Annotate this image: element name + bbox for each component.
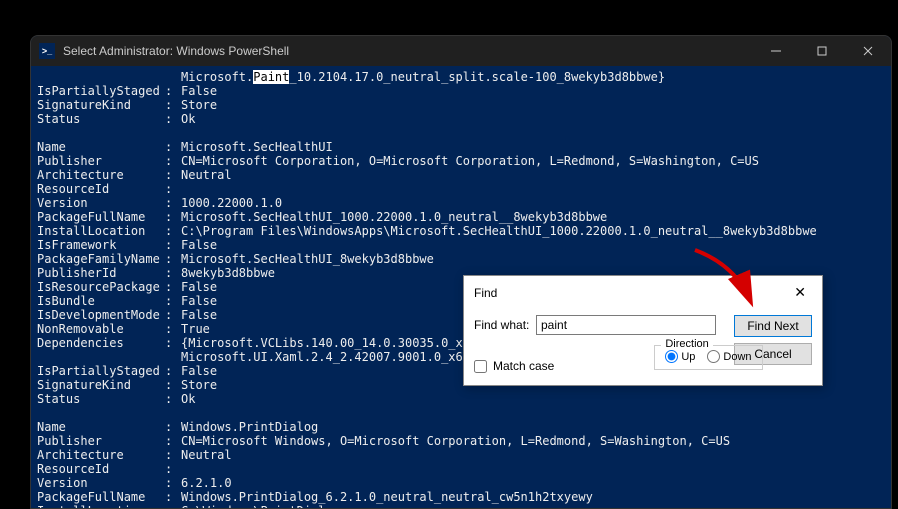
titlebar: >_ Select Administrator: Windows PowerSh… (31, 36, 891, 66)
direction-up-radio[interactable]: Up (665, 350, 695, 363)
direction-legend: Direction (661, 338, 712, 350)
find-dialog: Find ✕ Find what: Find Next Cancel Match… (463, 275, 823, 386)
match-case-checkbox[interactable]: Match case (474, 359, 554, 373)
find-dialog-title: Find (474, 286, 497, 300)
window-controls (753, 36, 891, 66)
find-what-label: Find what: (474, 318, 536, 332)
maximize-button[interactable] (799, 36, 845, 66)
match-case-input[interactable] (474, 360, 487, 373)
close-icon[interactable]: ✕ (788, 282, 812, 303)
powershell-icon: >_ (39, 43, 55, 59)
window-title: Select Administrator: Windows PowerShell (63, 44, 753, 58)
find-next-button[interactable]: Find Next (734, 315, 812, 337)
direction-group: Direction Up Down (654, 345, 762, 370)
find-what-input[interactable] (536, 315, 716, 335)
powershell-window: >_ Select Administrator: Windows PowerSh… (30, 35, 892, 509)
minimize-button[interactable] (753, 36, 799, 66)
match-case-label: Match case (493, 359, 554, 373)
close-button[interactable] (845, 36, 891, 66)
direction-down-radio[interactable]: Down (707, 350, 751, 363)
find-dialog-titlebar: Find ✕ (464, 276, 822, 309)
